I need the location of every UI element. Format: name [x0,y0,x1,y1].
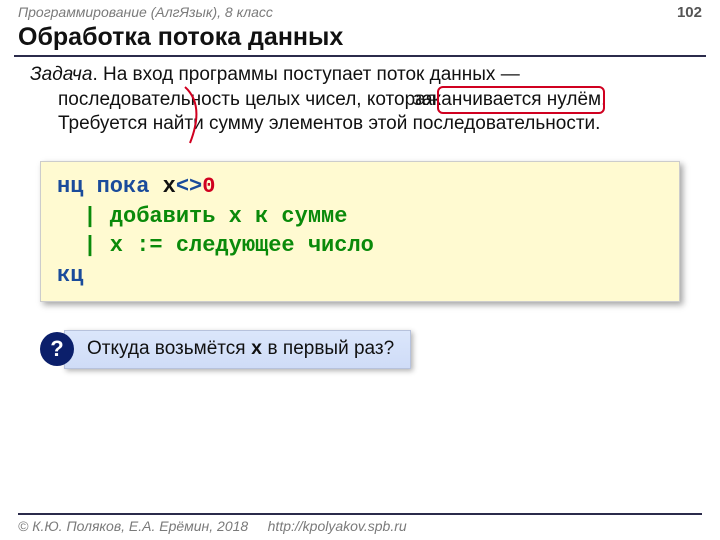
task-block: Задача. На вход программы поступает пото… [30,63,690,137]
question-box: Откуда возьмётся x в первый раз? [64,330,411,369]
highlight-phrase: заканчивается нулём [441,88,601,113]
course-label: Программирование (АлгЯзык), 8 класс [18,4,273,20]
footer-url: http://kpolyakov.spb.ru [268,518,407,534]
code-kw-kc: кц [57,263,83,288]
code-op: <> [176,174,202,199]
code-var: x [149,174,175,199]
question-row: ? Откуда возьмётся x в первый раз? [40,330,680,369]
header: Программирование (АлгЯзык), 8 класс 102 [0,0,720,21]
content: Задача. На вход программы поступает пото… [0,57,720,369]
code-line-3: | x := следующее число [57,233,374,258]
question-var: x [251,338,262,360]
task-label: Задача [30,64,92,85]
page-number: 102 [677,4,702,21]
code-kw-nc: нц пока [57,174,149,199]
copyright: © К.Ю. Поляков, Е.А. Ерёмин, 2018 [18,518,248,534]
question-mark-icon: ? [40,332,74,366]
code-line-2: | добавить x к сумме [57,204,347,229]
footer: © К.Ю. Поляков, Е.А. Ерёмин, 2018 http:/… [18,513,702,534]
code-block: нц пока x<>0 | добавить x к сумме | x :=… [40,161,680,302]
page-title: Обработка потока данных [0,21,720,55]
question-before: Откуда возьмётся [87,338,251,359]
question-after: в первый раз? [262,338,394,359]
code-zero: 0 [202,174,215,199]
